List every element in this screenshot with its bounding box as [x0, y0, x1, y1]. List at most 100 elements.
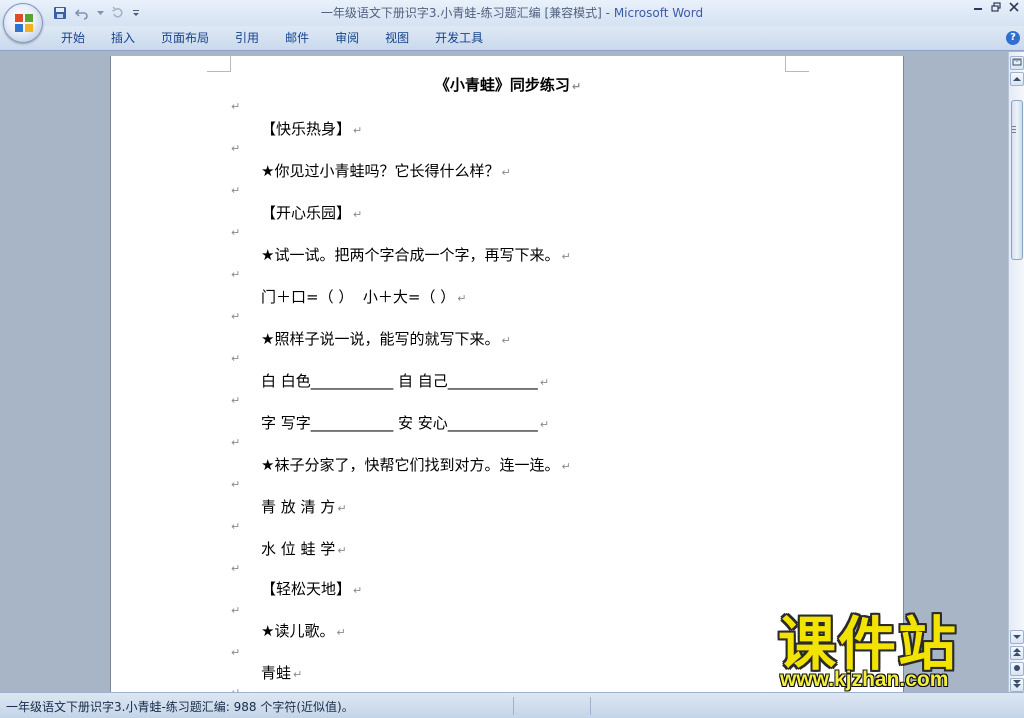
customize-toolbar-icon[interactable]	[132, 5, 140, 21]
paragraph-mark: ↵	[353, 208, 363, 221]
doc-line-text: 白 白色___________ 自 自己____________	[261, 372, 538, 390]
help-icon[interactable]: ?	[1006, 31, 1020, 45]
tab-page-layout[interactable]: 页面布局	[148, 26, 222, 51]
paragraph-mark: ↵	[539, 418, 550, 431]
empty-paragraph-mark: ↵	[231, 394, 241, 407]
empty-paragraph-mark: ↵	[231, 520, 241, 533]
doc-line: 字 写字___________ 安 安心____________ ↵	[261, 412, 549, 433]
office-logo-icon	[15, 14, 33, 32]
paragraph-mark: ↵	[337, 544, 347, 557]
doc-line-text: ★照样子说一说，能写的就写下来。	[261, 330, 500, 348]
empty-paragraph-mark: ↵	[231, 268, 241, 281]
document-workspace: 《小青蛙》同步练习 ↵ ↵ 【快乐热身】 ↵ ↵ ★你见过小青蛙吗？它长得什么样？ ↵…	[0, 52, 1008, 692]
crop-mark-top-left	[207, 56, 231, 72]
status-word-count[interactable]: 一年级语文下册识字3.小青蛙-练习题汇编: 988 个字符(近似值)。	[6, 698, 354, 715]
doc-line: 青 放 清 方 ↵	[261, 496, 347, 517]
tab-review[interactable]: 审阅	[322, 26, 372, 51]
scroll-up-icon[interactable]	[1010, 72, 1024, 86]
document-title: 《小青蛙》同步练习 ↵	[111, 74, 905, 95]
title-bar: 一年级语文下册识字3.小青蛙-练习题汇编 [兼容模式] - Microsoft …	[0, 0, 1024, 26]
previous-page-icon[interactable]	[1010, 646, 1024, 660]
empty-paragraph-mark: ↵	[231, 310, 241, 323]
doc-line: ★袜子分家了，快帮它们找到对方。连一连。 ↵	[261, 454, 571, 475]
window-title: 一年级语文下册识字3.小青蛙-练习题汇编 [兼容模式] - Microsoft …	[0, 0, 1024, 26]
ruler-toggle-icon[interactable]	[1010, 56, 1024, 70]
doc-line: ★试一试。把两个字合成一个字，再写下来。 ↵	[261, 244, 571, 265]
empty-paragraph-mark: ↵	[231, 142, 241, 155]
empty-paragraph-mark: ↵	[231, 436, 241, 449]
doc-line: 水 位 蛙 学 ↵	[261, 538, 347, 559]
empty-paragraph-mark: ↵	[231, 352, 241, 365]
tab-developer[interactable]: 开发工具	[422, 26, 496, 51]
paragraph-mark: ↵	[539, 376, 550, 389]
paragraph-mark: ↵	[561, 460, 571, 473]
doc-line-text: 【快乐热身】	[261, 120, 352, 138]
tab-insert[interactable]: 插入	[98, 26, 148, 51]
app-name: Microsoft Word	[613, 6, 704, 20]
doc-line-text: 青 放 清 方	[261, 498, 336, 516]
watermark-logo: 课件站 www.kjzhan.com	[770, 612, 1010, 692]
empty-paragraph-mark: ↵	[231, 646, 241, 659]
tab-view[interactable]: 视图	[372, 26, 422, 51]
tab-home[interactable]: 开始	[48, 26, 98, 51]
paragraph-mark: ↵	[353, 584, 363, 597]
doc-line: 青蛙 ↵	[261, 662, 302, 683]
document-title-text: 《小青蛙》同步练习	[434, 76, 570, 94]
scroll-down-icon[interactable]	[1010, 630, 1024, 644]
doc-line: 【快乐热身】 ↵	[261, 118, 362, 139]
watermark-url: www.kjzhan.com	[780, 668, 949, 691]
doc-line-text: ★试一试。把两个字合成一个字，再写下来。	[261, 246, 560, 264]
vertical-scrollbar[interactable]	[1008, 52, 1024, 692]
tab-references[interactable]: 引用	[222, 26, 272, 51]
scrollbar-thumb[interactable]	[1011, 100, 1023, 260]
empty-paragraph-mark: ↵	[231, 100, 241, 113]
next-page-icon[interactable]	[1010, 678, 1024, 692]
close-icon[interactable]	[1008, 2, 1020, 16]
save-icon[interactable]	[52, 5, 68, 21]
paragraph-mark: ↵	[561, 250, 571, 263]
select-browse-object-icon[interactable]	[1010, 662, 1024, 676]
empty-paragraph-mark: ↵	[231, 184, 241, 197]
title-separator: -	[601, 6, 614, 20]
empty-paragraph-mark: ↵	[231, 604, 241, 617]
document-page[interactable]: 《小青蛙》同步练习 ↵ ↵ 【快乐热身】 ↵ ↵ ★你见过小青蛙吗？它长得什么样？ ↵…	[110, 56, 904, 692]
doc-line: 门＋口=（ ） 小＋大=（ ） ↵	[261, 286, 466, 307]
paragraph-mark: ↵	[293, 668, 303, 681]
doc-line-text: 【开心乐园】	[261, 204, 352, 222]
window-controls	[972, 2, 1020, 16]
empty-paragraph-mark: ↵	[231, 478, 241, 491]
doc-line-text: ★你见过小青蛙吗？它长得什么样？	[261, 162, 500, 180]
tab-mailings[interactable]: 邮件	[272, 26, 322, 51]
doc-line-text: 【轻松天地】	[261, 580, 352, 598]
paragraph-mark: ↵	[501, 166, 511, 179]
doc-line: ★读儿歌。 ↵	[261, 620, 346, 641]
crop-mark-top-right	[785, 56, 809, 72]
status-bar: 一年级语文下册识字3.小青蛙-练习题汇编: 988 个字符(近似值)。	[0, 692, 1024, 718]
quick-access-toolbar	[52, 4, 140, 22]
chevron-down-icon[interactable]	[96, 5, 104, 21]
doc-line-text: ★读儿歌。	[261, 622, 335, 640]
doc-line-text: 字 写字___________ 安 安心____________	[261, 414, 538, 432]
undo-icon[interactable]	[74, 5, 90, 21]
paragraph-mark: ↵	[353, 124, 363, 137]
paragraph-mark: ↵	[501, 334, 511, 347]
paragraph-mark: ↵	[457, 292, 467, 305]
paragraph-mark: ↵	[337, 502, 347, 515]
minimize-icon[interactable]	[972, 2, 984, 16]
doc-line: 【开心乐园】 ↵	[261, 202, 362, 223]
doc-line: ★照样子说一说，能写的就写下来。 ↵	[261, 328, 511, 349]
empty-paragraph-mark: ↵	[231, 226, 241, 239]
watermark-title: 课件站	[778, 610, 959, 678]
empty-paragraph-mark: ↵	[231, 562, 241, 575]
restore-icon[interactable]	[990, 2, 1002, 16]
status-divider	[590, 697, 591, 715]
doc-line-text: 门＋口=（ ） 小＋大=（ ）	[261, 288, 456, 306]
paragraph-mark: ↵	[571, 80, 582, 93]
status-divider	[513, 697, 514, 715]
doc-line-text: 水 位 蛙 学	[261, 540, 336, 558]
ribbon: 开始 插入 页面布局 引用 邮件 审阅 视图 开发工具 ?	[0, 26, 1024, 51]
redo-icon[interactable]	[110, 5, 126, 21]
scrollbar-grip	[1012, 126, 1016, 127]
office-button[interactable]	[3, 3, 43, 43]
doc-line-text: ★袜子分家了，快帮它们找到对方。连一连。	[261, 456, 560, 474]
